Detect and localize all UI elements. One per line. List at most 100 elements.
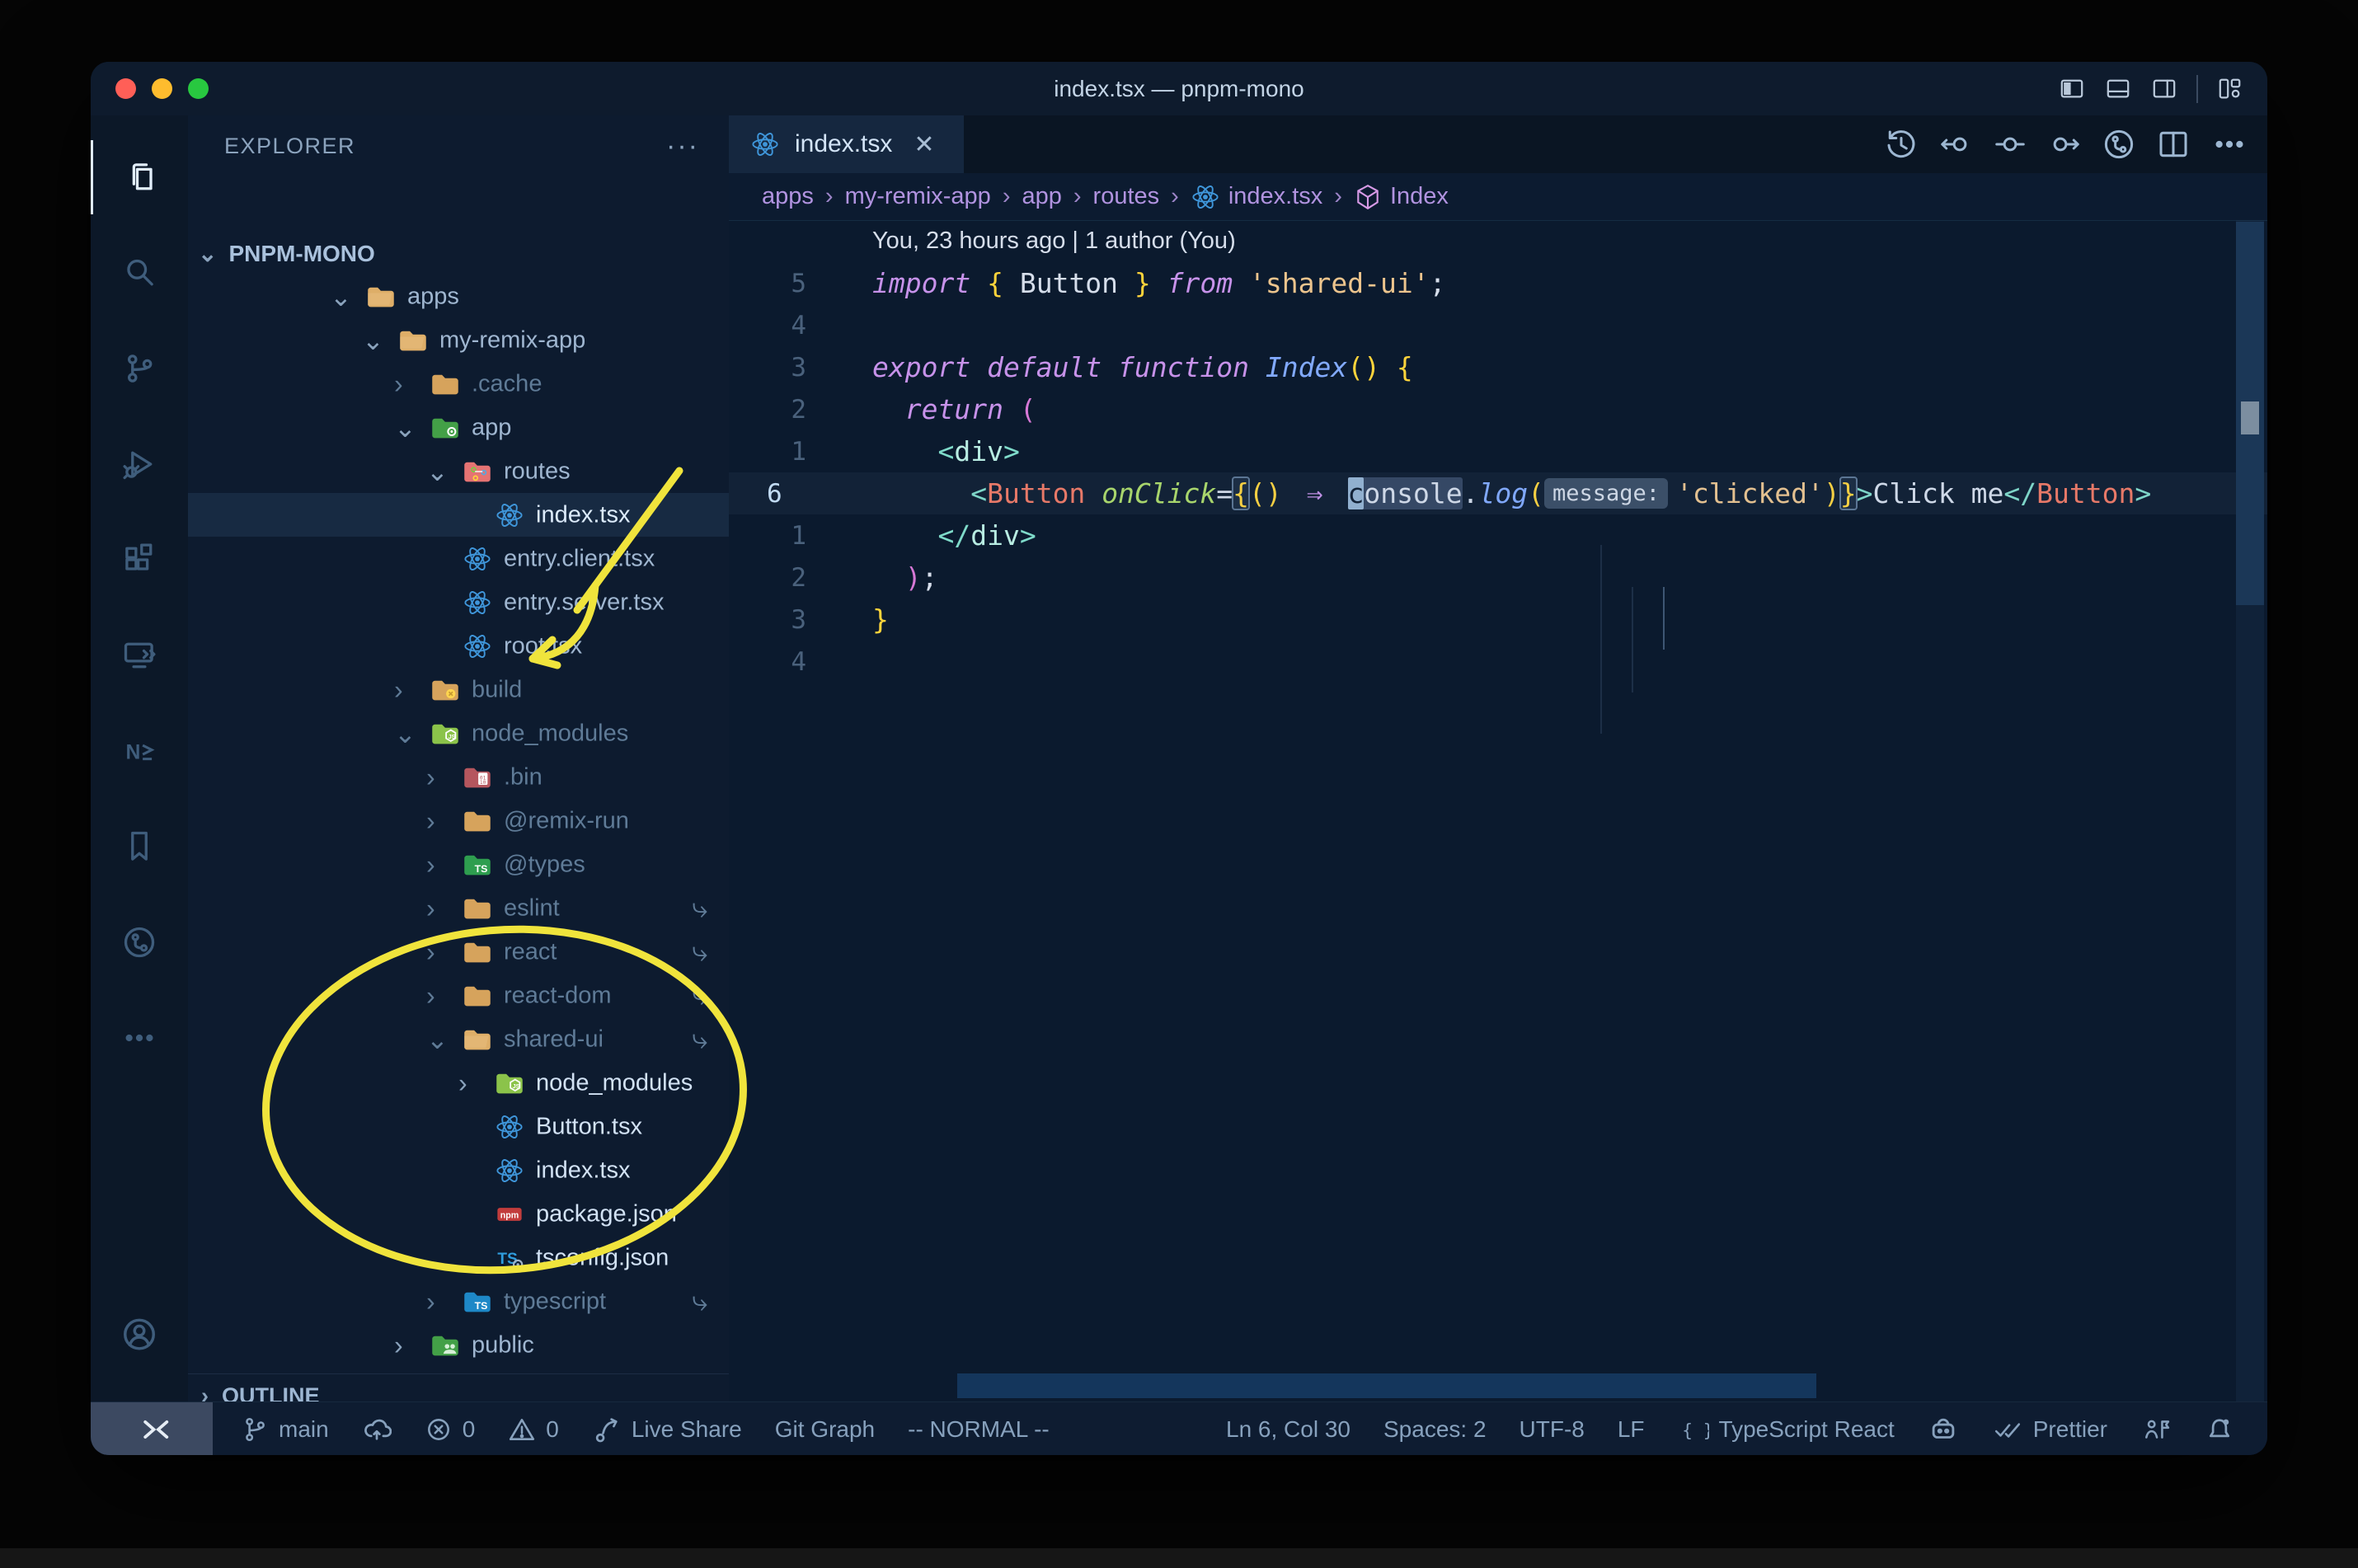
tree-item-typescript[interactable]: › TS typescript ⤷ [188, 1279, 729, 1323]
tree-item--cache[interactable]: › .cache [188, 362, 729, 406]
status-item--normal-[interactable]: -- NORMAL -- [908, 1416, 1050, 1443]
tree-item-react-dom[interactable]: › react-dom ⤷ [188, 974, 729, 1017]
tree-item-index-tsx[interactable]: index.tsx [188, 493, 729, 537]
tree-item-package-json[interactable]: npm package.json [188, 1192, 729, 1236]
status-item-spaces-2[interactable]: Spaces: 2 [1383, 1416, 1487, 1443]
workspace-section-header[interactable]: ⌄ PNPM-MONO [188, 232, 729, 275]
folder-build-icon [430, 675, 460, 705]
breadcrumb-separator: › [1171, 183, 1179, 209]
tree-item-entry-client-tsx[interactable]: entry.client.tsx [188, 537, 729, 580]
git-graph-circle-icon[interactable] [2102, 128, 2135, 161]
tree-item-routes[interactable]: ⌄ routes [188, 449, 729, 493]
layout-customize-icon[interactable] [2216, 77, 2244, 101]
tree-item--types[interactable]: › TS @types [188, 843, 729, 886]
warning-triangle-icon [508, 1415, 536, 1444]
status-item-0[interactable]: 0 [508, 1415, 559, 1444]
breadcrumb-item-index[interactable]: Index [1354, 183, 1449, 211]
horizontal-scrollbar-thumb[interactable] [957, 1373, 1816, 1398]
code-text: </div> [937, 519, 1036, 552]
breadcrumb-item-index.tsx[interactable]: index.tsx [1191, 182, 1322, 212]
tree-item-my-remix-app[interactable]: ⌄ my-remix-app [188, 318, 729, 362]
tree-item-entry-server-tsx[interactable]: entry.server.tsx [188, 580, 729, 624]
history-icon[interactable] [1885, 128, 1918, 161]
tree-item-label: shared-ui [504, 1026, 604, 1052]
tab-index-tsx[interactable]: index.tsx ✕ [729, 115, 964, 173]
prev-change-icon[interactable] [1939, 128, 1972, 161]
code-text: export default function Index() { [872, 351, 1413, 383]
tree-item-node-modules[interactable]: ⌄ JS node_modules [188, 711, 729, 755]
svg-text:npm: npm [500, 1210, 519, 1220]
tree-item-tsconfig-json[interactable]: TS tsconfig.json [188, 1236, 729, 1279]
status-item-main[interactable]: main [241, 1415, 329, 1444]
tree-item-label: app [472, 414, 512, 440]
indent-guide [1632, 587, 1633, 692]
folder-ts-icon: TS [463, 1287, 492, 1317]
status-item-typescript-react[interactable]: { }TypeScript React [1678, 1415, 1895, 1444]
bell-icon [2205, 1415, 2234, 1444]
activity-item-search[interactable] [91, 236, 188, 310]
breadcrumb-item-app[interactable]: app [1022, 183, 1061, 210]
split-editor-icon[interactable] [2157, 128, 2190, 161]
status-item-utf-8[interactable]: UTF-8 [1520, 1416, 1585, 1443]
tree-item--bin[interactable]: › 01 10 .bin [188, 755, 729, 799]
tree-item-public[interactable]: › public [188, 1323, 729, 1367]
breadcrumb-item-my-remix-app[interactable]: my-remix-app [845, 183, 991, 210]
folder-open-tan-icon [398, 326, 428, 355]
status-item-cloud-upload[interactable] [362, 1415, 392, 1444]
code-editor[interactable]: You, 23 hours ago | 1 author (You) 5 impor… [729, 220, 2267, 683]
tree-item-node-modules[interactable]: › JS node_modules [188, 1061, 729, 1105]
status-item-lf[interactable]: LF [1618, 1416, 1645, 1443]
activity-item-account[interactable] [91, 1298, 188, 1373]
inlay-hint: message: [1543, 477, 1669, 509]
next-change-icon[interactable] [2048, 128, 2081, 161]
remote-indicator[interactable] [91, 1402, 213, 1455]
folder-tan-icon [463, 806, 492, 836]
status-item-live-share[interactable]: Live Share [592, 1415, 742, 1444]
explorer-more-icon[interactable]: ··· [666, 130, 699, 162]
status-item-ln-6-col-30[interactable]: Ln 6, Col 30 [1226, 1416, 1350, 1443]
layout-sidebar-right-icon[interactable] [2150, 77, 2178, 101]
tree-item-eslint[interactable]: › eslint ⤷ [188, 886, 729, 930]
tree-item-app[interactable]: ⌄ app [188, 406, 729, 449]
chevron-right-icon: › [426, 893, 435, 922]
tree-item-build[interactable]: › build [188, 668, 729, 711]
activity-item-more[interactable] [91, 1001, 188, 1075]
activity-item-nx-console[interactable]: N [91, 714, 188, 788]
layout-sidebar-left-icon[interactable] [2058, 77, 2086, 101]
tree-item-apps[interactable]: ⌄ apps [188, 275, 729, 318]
tree-item-index-tsx[interactable]: index.tsx [188, 1148, 729, 1192]
desktop: index.tsx — pnpm-mono N1 EXPLORER ··· ⌄ … [0, 0, 2358, 1568]
change-icon[interactable] [1994, 128, 2027, 161]
breadcrumb-item-apps[interactable]: apps [762, 183, 814, 210]
tree-item--remix-run[interactable]: › @remix-run [188, 799, 729, 843]
titlebar-layout-icons [2058, 62, 2244, 115]
activity-item-remote-explorer[interactable] [91, 618, 188, 692]
tree-item-root-tsx[interactable]: root.tsx [188, 624, 729, 668]
close-icon[interactable]: ✕ [914, 130, 934, 159]
titlebar[interactable]: index.tsx — pnpm-mono [91, 62, 2267, 116]
status-item-0[interactable]: 0 [425, 1415, 475, 1444]
activity-item-git-graph[interactable] [91, 905, 188, 979]
layout-panel-icon[interactable] [2104, 77, 2132, 101]
status-item-git-graph[interactable]: Git Graph [775, 1416, 875, 1443]
status-item-robot[interactable] [1928, 1414, 1959, 1445]
cloud-upload-icon [362, 1415, 392, 1444]
tree-item-label: tsconfig.json [536, 1244, 669, 1270]
breadcrumb-item-routes[interactable]: routes [1093, 183, 1160, 210]
tree-item-react[interactable]: › react ⤷ [188, 930, 729, 974]
tree-item-shared-ui[interactable]: ⌄ shared-ui ⤷ [188, 1017, 729, 1061]
activity-item-run-debug[interactable] [91, 427, 188, 501]
status-item-bell[interactable] [2205, 1415, 2234, 1444]
more-icon[interactable] [2211, 126, 2248, 162]
code-line: 5 import { Button } from 'shared-ui'; [729, 262, 2267, 304]
activity-item-bookmarks[interactable] [91, 810, 188, 884]
activity-item-extensions[interactable] [91, 523, 188, 597]
status-item-person-flag[interactable] [2140, 1415, 2172, 1444]
activity-item-source-control[interactable] [91, 331, 188, 406]
activity-item-files[interactable] [91, 140, 190, 214]
tree-item-button-tsx[interactable]: Button.tsx [188, 1105, 729, 1148]
line-number: 1 [791, 520, 806, 551]
breadcrumb-separator: › [1334, 183, 1342, 209]
status-item-prettier[interactable]: Prettier [1992, 1415, 2107, 1444]
activity-bar: N1 [91, 115, 190, 1455]
